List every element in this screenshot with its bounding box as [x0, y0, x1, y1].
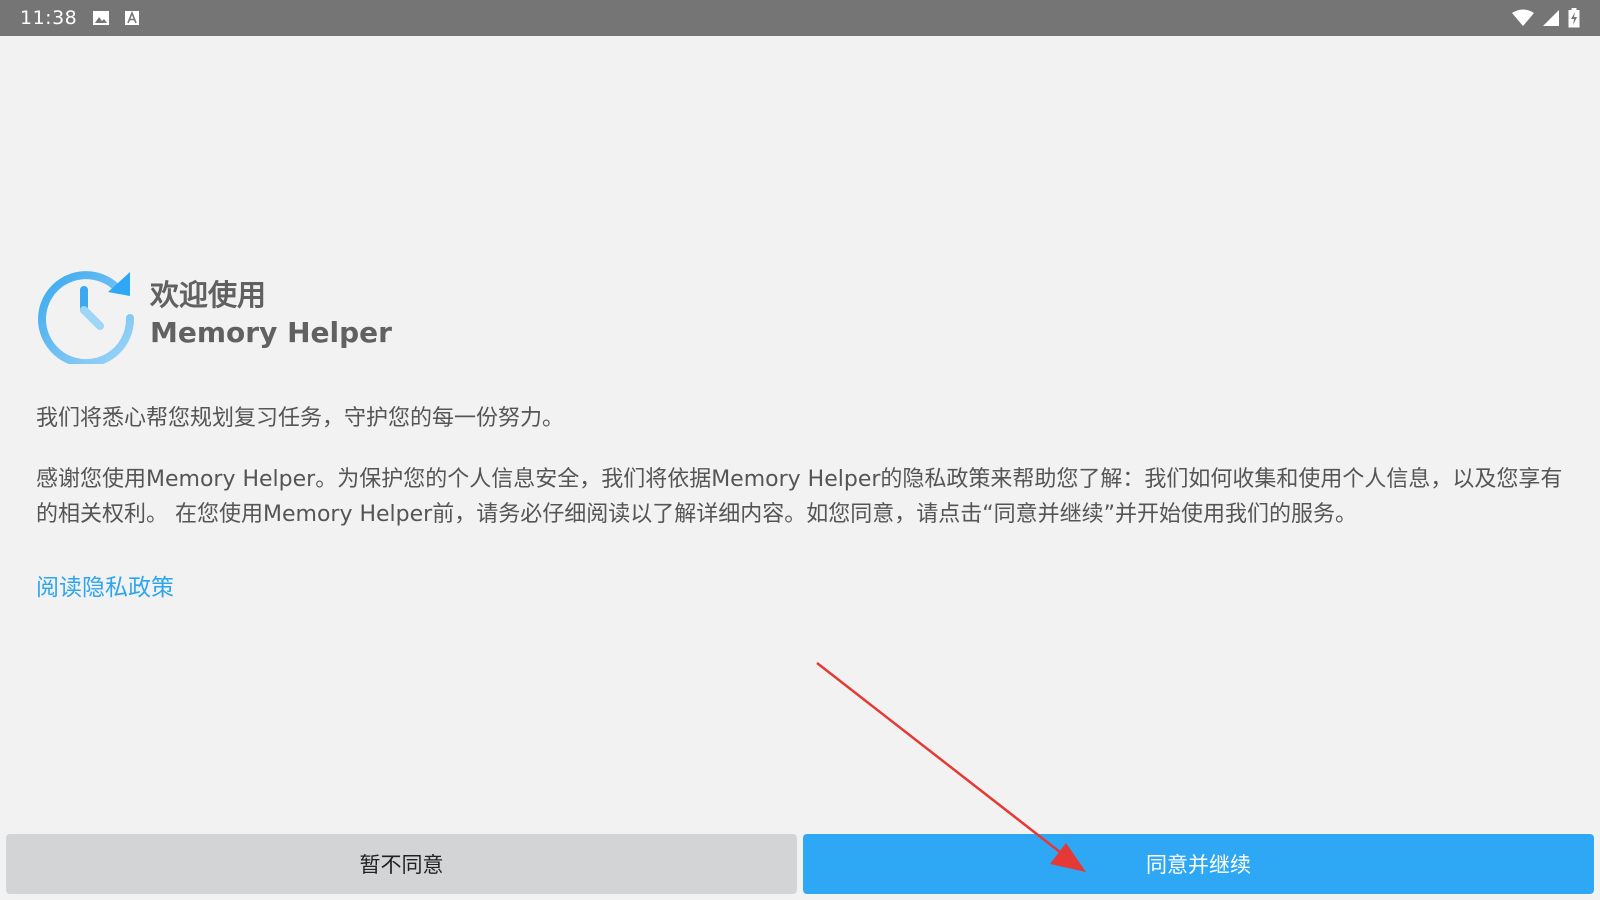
status-left-icons	[92, 9, 140, 27]
clock-refresh-icon	[36, 264, 136, 368]
welcome-header: 欢迎使用 Memory Helper	[36, 264, 636, 368]
wifi-icon	[1512, 9, 1534, 27]
disagree-button[interactable]: 暂不同意	[6, 834, 797, 894]
text-a-icon	[124, 9, 140, 27]
status-time: 11:38	[20, 7, 78, 29]
signal-icon	[1542, 9, 1560, 27]
app-name: Memory Helper	[150, 316, 392, 349]
agree-continue-button[interactable]: 同意并继续	[803, 834, 1594, 894]
status-bar: 11:38	[0, 0, 1600, 36]
annotation-arrow	[816, 662, 1086, 872]
privacy-description: 感谢您使用Memory Helper。为保护您的个人信息安全，我们将依据Memo…	[36, 467, 1563, 527]
welcome-title: 欢迎使用	[150, 278, 267, 312]
tagline: 我们将悉心帮您规划复习任务，守护您的每一份努力。	[36, 406, 565, 431]
status-right-icons	[1512, 8, 1580, 28]
image-icon	[92, 9, 110, 27]
battery-charging-icon	[1568, 8, 1580, 28]
privacy-policy-link[interactable]: 阅读隐私政策	[36, 568, 174, 602]
